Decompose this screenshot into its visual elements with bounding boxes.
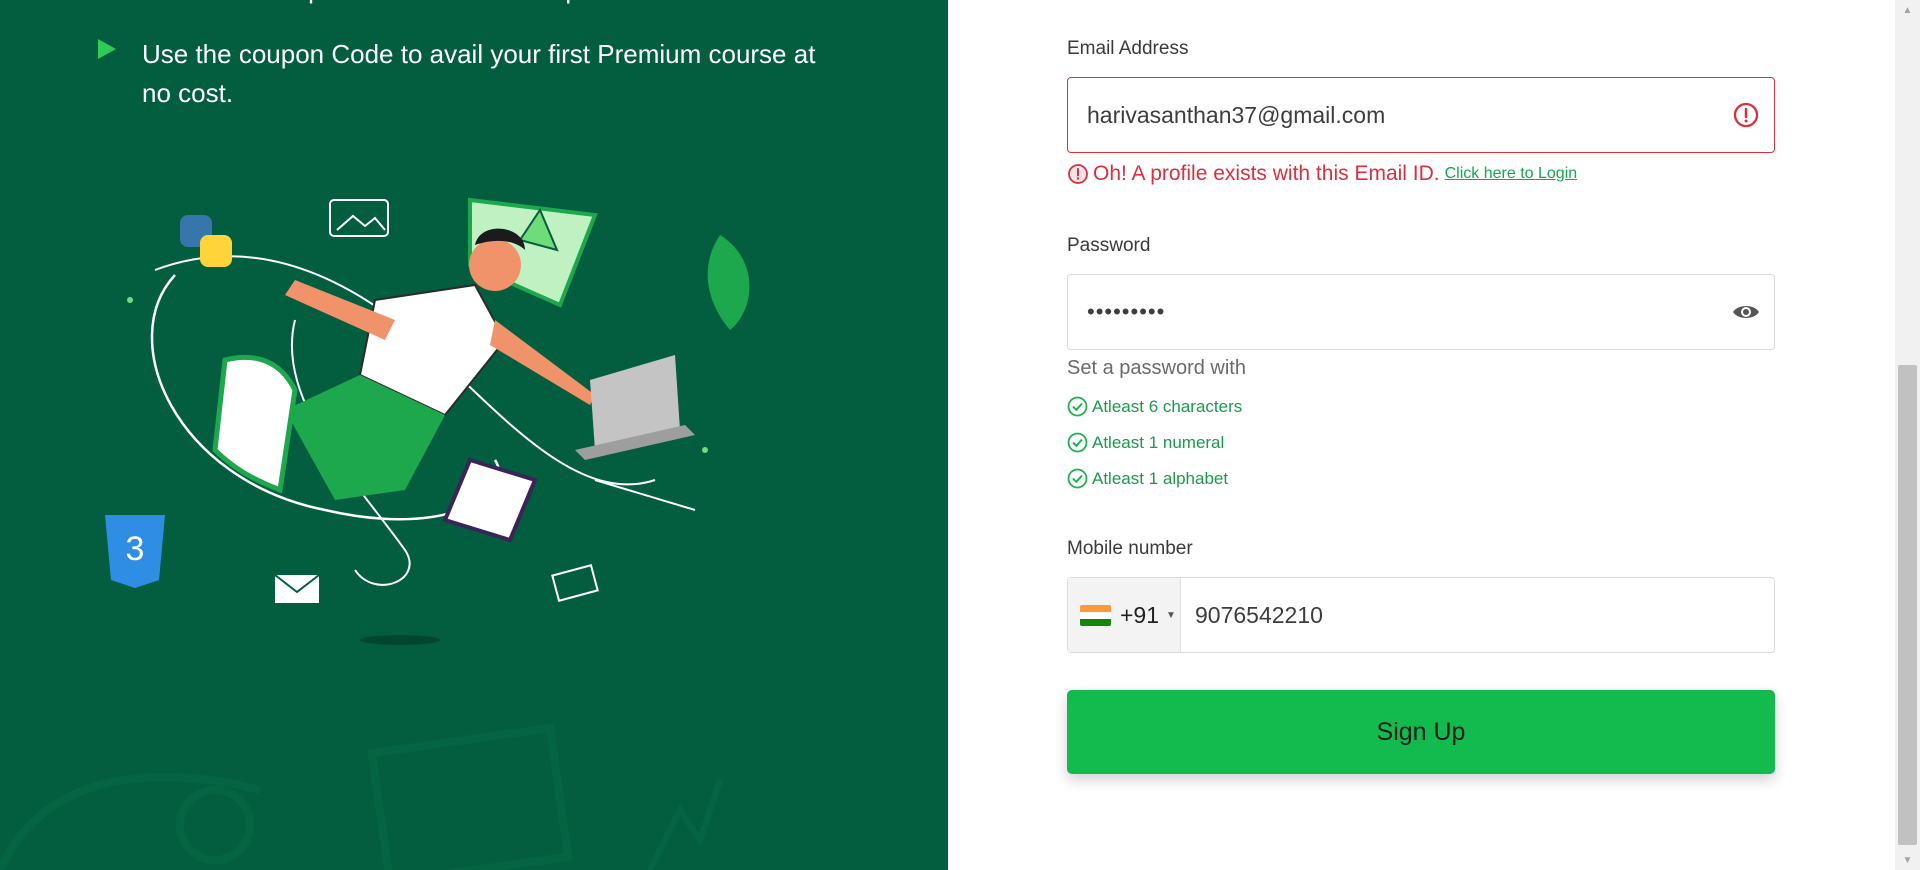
login-link[interactable]: Click here to Login: [1445, 165, 1578, 183]
mobile-label: Mobile number: [1067, 538, 1193, 559]
password-rule-text: Atleast 1 numeral: [1092, 432, 1225, 452]
play-triangle-icon: [98, 39, 116, 59]
password-rule: Atleast 1 numeral: [1067, 432, 1224, 453]
check-circle-icon: [1067, 468, 1088, 489]
password-hint-title: Set a password with: [1067, 357, 1246, 379]
country-code-select[interactable]: +91 ▼: [1068, 578, 1181, 652]
password-input-value[interactable]: •••••••••: [1068, 299, 1732, 325]
password-rule-text: Atleast 1 alphabet: [1092, 468, 1229, 488]
india-flag-icon: [1080, 604, 1111, 626]
dial-code: +91: [1120, 601, 1160, 628]
signup-button[interactable]: Sign Up: [1067, 690, 1775, 774]
promo-bullet-text: Use the coupon Code to avail your first …: [142, 39, 816, 108]
email-input-value[interactable]: harivasanthan37@gmail.com: [1068, 102, 1732, 129]
password-rule: Atleast 1 alphabet: [1067, 468, 1228, 489]
svg-text:3: 3: [126, 530, 145, 568]
coder-illustration: 3: [105, 197, 750, 645]
eye-icon[interactable]: [1732, 298, 1760, 326]
email-error-message: Oh! A profile exists with this Email ID.…: [1067, 162, 1577, 186]
scroll-down-icon[interactable]: ▼: [1895, 850, 1920, 870]
promo-panel: Get access to premium courses and perks …: [0, 0, 948, 870]
scroll-thumb[interactable]: [1898, 365, 1917, 845]
mobile-field: +91 ▼ 9076542210: [1067, 577, 1775, 653]
caret-down-icon: ▼: [1166, 609, 1176, 621]
alert-circle-icon: [1068, 164, 1088, 184]
mobile-input[interactable]: 9076542210: [1181, 578, 1323, 652]
email-field[interactable]: harivasanthan37@gmail.com: [1067, 77, 1775, 153]
scroll-up-icon[interactable]: ▲: [1895, 0, 1920, 20]
promo-bullet-text: Get access to premium courses and perks: [142, 0, 842, 9]
password-rule: Atleast 6 characters: [1067, 396, 1242, 417]
password-rule-text: Atleast 6 characters: [1092, 396, 1243, 416]
promo-bullet: Use the coupon Code to avail your first …: [95, 35, 842, 113]
alert-circle-icon: [1732, 101, 1760, 129]
email-label: Email Address: [1067, 38, 1189, 59]
check-circle-icon: [1067, 396, 1088, 417]
background-doodles: [0, 723, 723, 870]
promo-bullet: Get access to premium courses and perks: [95, 0, 842, 9]
page-scrollbar[interactable]: ▲ ▼: [1895, 0, 1920, 870]
check-circle-icon: [1067, 432, 1088, 453]
password-label: Password: [1067, 235, 1151, 256]
email-error-text: Oh! A profile exists with this Email ID.: [1093, 162, 1440, 185]
password-field[interactable]: •••••••••: [1067, 274, 1775, 350]
